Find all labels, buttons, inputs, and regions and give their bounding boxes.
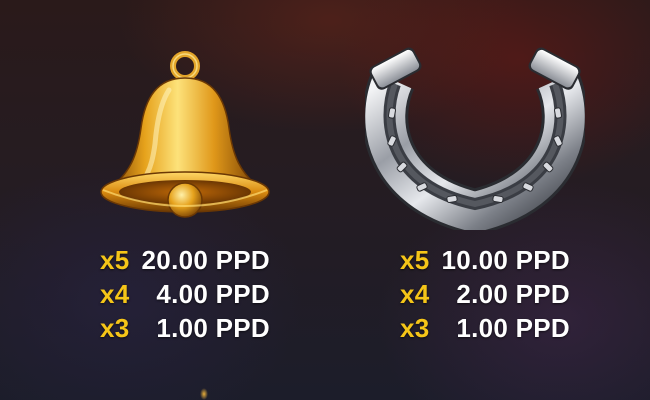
payout-multiplier: x3 [100,313,130,343]
payout-amount: 10.00 PPD [441,245,570,275]
payout-row: x3 1.00 PPD [25,311,325,345]
payout-multiplier: x4 [400,279,430,309]
payout-amount: 4.00 PPD [156,279,270,309]
payout-row: x5 10.00 PPD [325,243,625,277]
bell-paytable-card: x5 20.00 PPD x4 4.00 PPD x3 1.00 PPD [25,0,325,400]
payout-row: x4 2.00 PPD [325,277,625,311]
bell-payout-table: x5 20.00 PPD x4 4.00 PPD x3 1.00 PPD [25,243,325,345]
payout-amount: 20.00 PPD [141,245,270,275]
payout-multiplier: x4 [100,279,130,309]
payout-row: x5 20.00 PPD [25,243,325,277]
payout-row: x4 4.00 PPD [25,277,325,311]
payout-amount: 1.00 PPD [156,313,270,343]
sparkle-decoration [200,388,208,400]
horseshoe-icon [365,40,585,230]
payout-amount: 1.00 PPD [456,313,570,343]
payout-row: x3 1.00 PPD [325,311,625,345]
horseshoe-paytable-card: x5 10.00 PPD x4 2.00 PPD x3 1.00 PPD [325,0,625,400]
bell-icon [65,40,285,230]
payout-multiplier: x5 [400,245,430,275]
payout-multiplier: x5 [100,245,130,275]
payout-amount: 2.00 PPD [456,279,570,309]
payout-multiplier: x3 [400,313,430,343]
horseshoe-payout-table: x5 10.00 PPD x4 2.00 PPD x3 1.00 PPD [325,243,625,345]
